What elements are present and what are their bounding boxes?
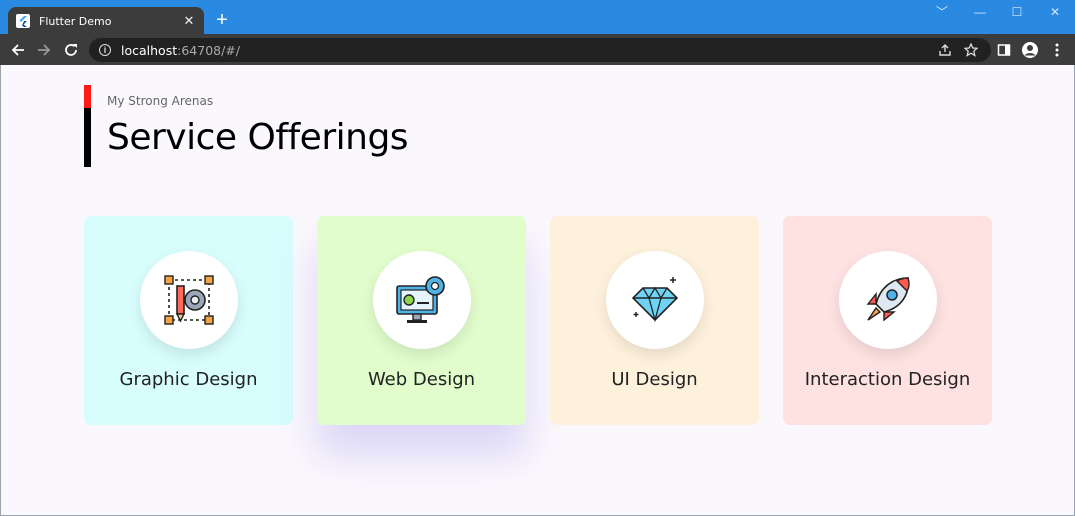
service-label: Web Design: [367, 369, 476, 390]
service-card-web-design[interactable]: Web Design: [317, 216, 526, 425]
tab-search-icon[interactable]: ﹀: [924, 4, 960, 22]
url-host: localhost: [121, 42, 178, 58]
browser-tab[interactable]: Flutter Demo ✕: [8, 7, 204, 35]
service-card-ui-design[interactable]: UI Design: [550, 216, 759, 425]
forward-arrow-icon[interactable]: [33, 39, 55, 61]
url-text: localhost:64708/#/: [121, 43, 240, 58]
rocket-icon: [866, 277, 910, 322]
page-viewport: My Strong Arenas Service Offerings Graph…: [0, 65, 1075, 516]
service-card-interaction-design[interactable]: Interaction Design: [783, 216, 992, 425]
browser-toolbar: i localhost:64708/#/: [0, 34, 1075, 65]
service-icon-circle: [139, 251, 238, 349]
service-icon-circle: [605, 251, 704, 349]
site-info-icon[interactable]: i: [99, 44, 111, 56]
tab-title: Flutter Demo: [39, 14, 112, 28]
profile-avatar-icon[interactable]: [1019, 39, 1041, 61]
maximize-button[interactable]: ☐: [999, 4, 1035, 22]
url-path: :64708/#/: [177, 42, 240, 58]
service-label: UI Design: [611, 369, 698, 390]
graphic-design-icon: [163, 275, 214, 325]
minimize-button[interactable]: —: [962, 4, 998, 22]
browser-menu-icon[interactable]: [1046, 39, 1068, 61]
heading-accent-red: [84, 85, 91, 108]
share-icon[interactable]: [934, 39, 956, 61]
diamond-icon: [631, 277, 678, 323]
service-label: Graphic Design: [119, 369, 258, 390]
new-tab-button[interactable]: +: [212, 10, 232, 30]
service-label: Interaction Design: [804, 369, 971, 390]
back-arrow-icon[interactable]: [7, 39, 29, 61]
reload-icon[interactable]: [60, 39, 82, 61]
flutter-favicon-icon: [16, 14, 30, 28]
service-icon-circle: [372, 251, 471, 349]
address-bar[interactable]: i localhost:64708/#/: [89, 38, 991, 62]
web-design-icon: [395, 276, 445, 323]
side-panel-icon[interactable]: [993, 39, 1015, 61]
page-title: Service Offerings: [107, 117, 409, 158]
service-icon-circle: [838, 251, 937, 349]
close-window-button[interactable]: ✕: [1037, 4, 1073, 22]
tab-close-icon[interactable]: ✕: [182, 13, 196, 29]
section-kicker: My Strong Arenas: [107, 94, 214, 108]
browser-titlebar: Flutter Demo ✕ + ﹀ — ☐ ✕: [0, 0, 1075, 35]
heading-accent-bar: [84, 85, 91, 167]
bookmark-star-icon[interactable]: [960, 39, 982, 61]
service-card-graphic-design[interactable]: Graphic Design: [84, 216, 293, 425]
